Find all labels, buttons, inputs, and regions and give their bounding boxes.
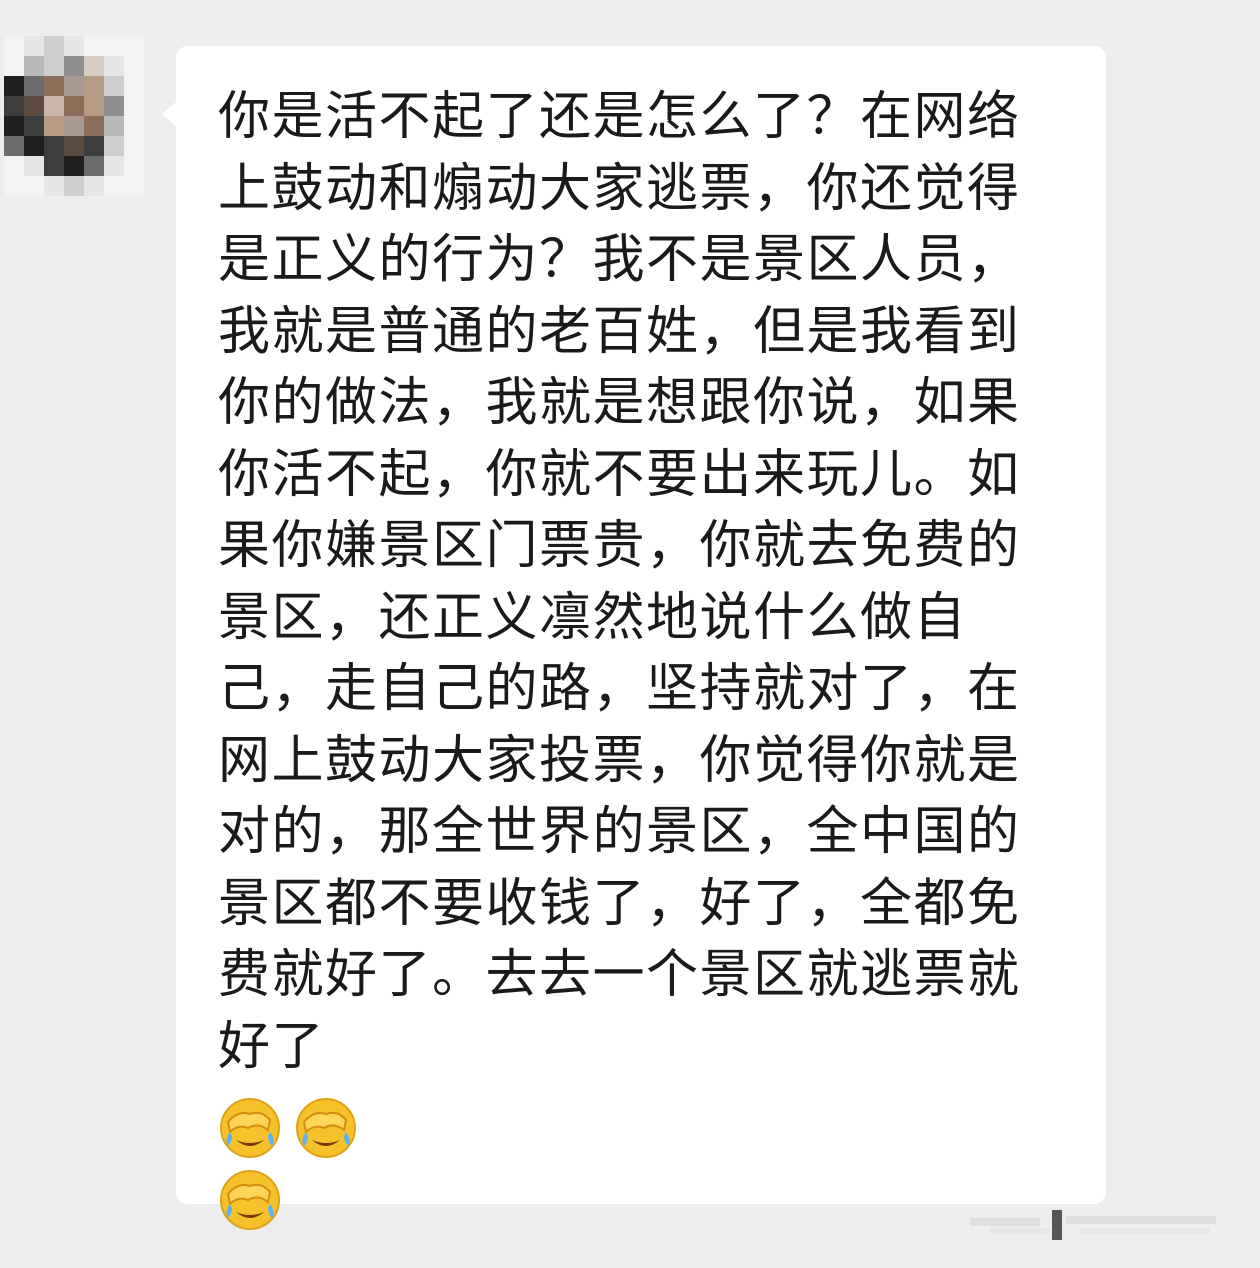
message-bubble[interactable]: 你是活不起了还是怎么了？在网络上鼓动和煽动大家逃票，你还觉得是正义的行为？我不是… <box>162 46 1106 1230</box>
facepalm-crying-emoji-icon <box>220 1098 280 1158</box>
emoji-row <box>218 1096 358 1160</box>
facepalm-crying-emoji-icon <box>220 1170 280 1230</box>
watermark-mark <box>970 1210 1216 1240</box>
avatar[interactable] <box>4 36 144 196</box>
message-text: 你是活不起了还是怎么了？在网络上鼓动和煽动大家逃票，你还觉得是正义的行为？我不是… <box>218 87 1021 1077</box>
chat-message-row: 你是活不起了还是怎么了？在网络上鼓动和煽动大家逃票，你还觉得是正义的行为？我不是… <box>0 0 1260 1268</box>
facepalm-crying-emoji-icon <box>296 1098 356 1158</box>
emoji-row-2 <box>218 1168 282 1232</box>
bubble-tail <box>162 102 176 126</box>
